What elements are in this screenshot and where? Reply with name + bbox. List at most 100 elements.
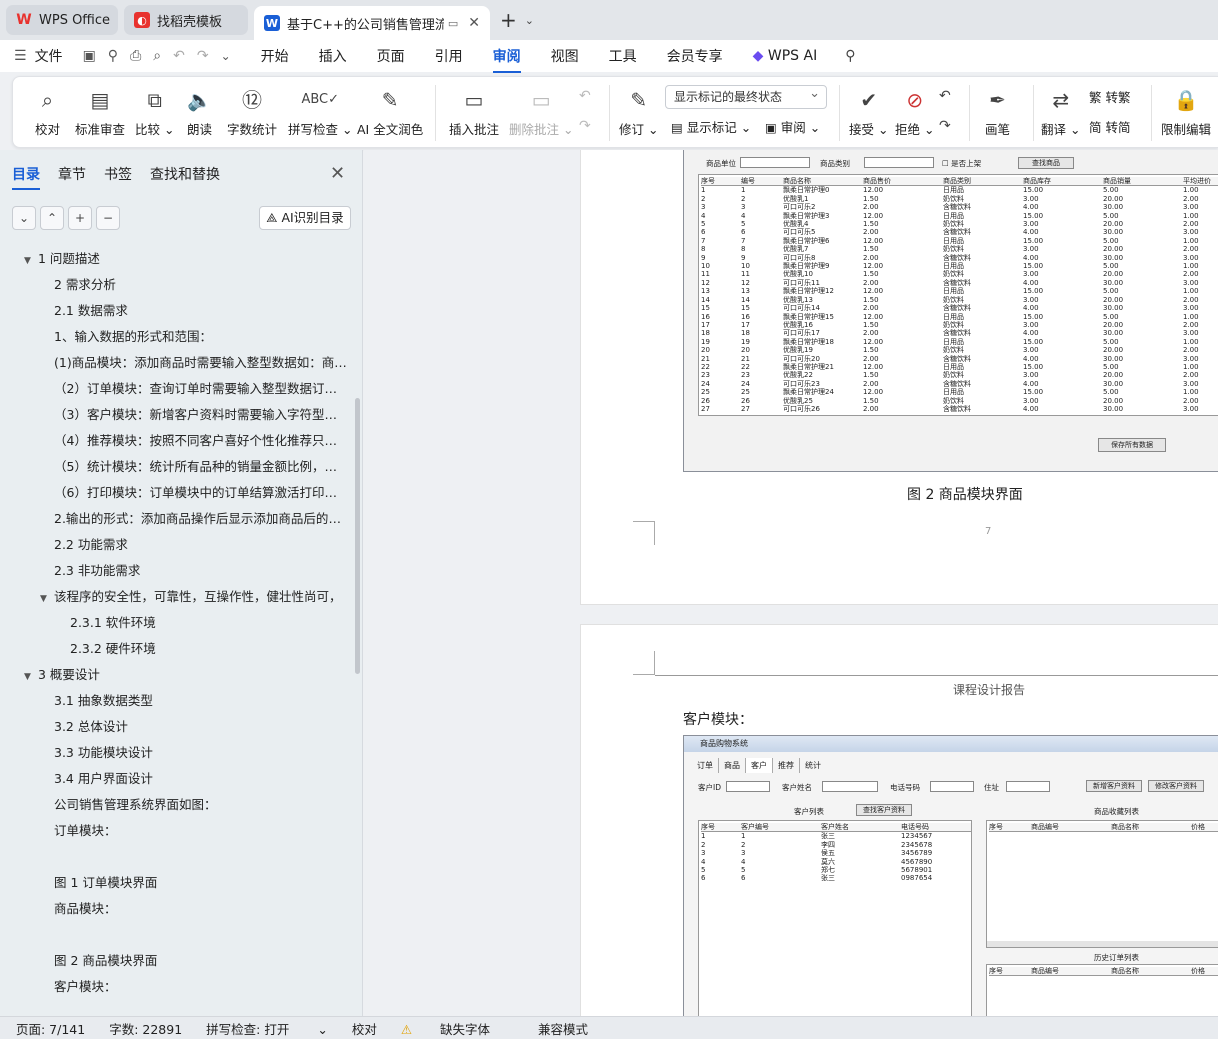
add-level-icon[interactable]: + <box>68 206 92 230</box>
read-aloud-button[interactable]: 🔈 朗读 <box>187 85 212 138</box>
markup-display-select[interactable]: 显示标记的最终状态 <box>665 83 827 109</box>
menu-reference[interactable]: 引用 <box>435 46 463 66</box>
menu-file[interactable]: 文件 <box>35 46 63 66</box>
page-indicator[interactable]: 页面: 7/141 <box>16 1019 85 1038</box>
delete-comment-button[interactable]: ▭ 删除批注 ⌄ <box>509 85 573 138</box>
review-toolbar: ⌕ 校对 ▤ 标准审查 ⧉ 比较 ⌄ 🔈 朗读 ⑫ 字数统计 ABC✓ 拼写检查 ⌄ ✎ AI… <box>12 76 1218 148</box>
proofread-indicator[interactable]: 校对 <box>352 1019 377 1038</box>
toc-item[interactable]: 商品模块： <box>0 896 355 922</box>
reject-button[interactable]: ⊘ 拒绝 ⌄ <box>895 85 934 138</box>
tab-toc[interactable]: 目录 <box>12 164 40 190</box>
tab-document[interactable]: W 基于C++的公司销售管理流程 ▭ ✕ <box>254 6 490 40</box>
toc-item[interactable]: 3.2 总体设计 <box>0 714 355 740</box>
tab-chapters[interactable]: 章节 <box>58 164 86 190</box>
chevron-down-icon[interactable]: ⌄ <box>525 14 534 27</box>
translate-button[interactable]: ⇄ 翻译 ⌄ <box>1041 85 1080 138</box>
toc-item[interactable]: 3.4 用户界面设计 <box>0 766 355 792</box>
toc-item[interactable]: 公司销售管理系统界面如图： <box>0 792 355 818</box>
standard-review-button[interactable]: ▤ 标准审查 <box>75 85 125 138</box>
toc-item[interactable]: 2.3.1 软件环境 <box>0 610 355 636</box>
tab-docer[interactable]: ◐ 找稻壳模板 <box>124 5 248 35</box>
expand-triangle-icon[interactable]: ▼ <box>24 664 38 688</box>
toc-item[interactable] <box>0 922 355 948</box>
to-traditional-button[interactable]: 繁 转繁 <box>1089 87 1131 106</box>
menu-tools[interactable]: 工具 <box>609 46 637 66</box>
toc-item[interactable]: （6）打印模块：订单模块中的订单结算激活打印功能 <box>0 480 355 506</box>
toc-item[interactable]: 2.3 非功能需求 <box>0 558 355 584</box>
expand-triangle-icon[interactable]: ▼ <box>40 586 54 610</box>
toc-item[interactable]: 1、输入数据的形式和范围： <box>0 324 355 350</box>
toc-item[interactable]: 图 2 商品模块界面 <box>0 948 355 974</box>
menu-page[interactable]: 页面 <box>377 46 405 66</box>
ai-recognize-toc-button[interactable]: ⟁ AI识别目录 <box>259 206 351 230</box>
toc-item[interactable]: 2.3.2 硬件环境 <box>0 636 355 662</box>
toc-item[interactable]: （2）订单模块：查询订单时需要输入整型数据订单编号等 <box>0 376 355 402</box>
missing-font-indicator[interactable]: ⚠ 缺失字体 <box>401 1019 514 1038</box>
toc-item[interactable]: ▼ 1 问题描述 <box>0 246 355 272</box>
next-revision-button[interactable]: ↷ <box>939 115 951 137</box>
compare-button[interactable]: ⧉ 比较 ⌄ <box>135 85 174 138</box>
close-tab-icon[interactable]: ✕ <box>468 15 480 31</box>
accept-button[interactable]: ✔ 接受 ⌄ <box>849 85 888 138</box>
insert-comment-button[interactable]: ▭ 插入批注 <box>449 85 499 138</box>
to-simplified-button[interactable]: 简 转简 <box>1089 117 1131 136</box>
prev-comment-button[interactable]: ↶ <box>579 85 591 107</box>
tab-wps-office[interactable]: W WPS Office <box>6 5 118 35</box>
toc-item[interactable]: 图 1 订单模块界面 <box>0 870 355 896</box>
show-markup-button[interactable]: ▤ 显示标记 ⌄ <box>671 117 751 136</box>
remove-level-icon[interactable]: − <box>96 206 120 230</box>
toc-item[interactable]: 订单模块： <box>0 818 355 844</box>
menu-member[interactable]: 会员专享 <box>667 46 723 66</box>
preview-icon[interactable]: ⌕ <box>153 48 161 64</box>
restrict-edit-button[interactable]: 🔒 限制编辑 <box>1161 85 1211 138</box>
undo-icon[interactable]: ↶ <box>173 48 185 64</box>
pen-button[interactable]: ✒ 画笔 <box>985 85 1010 138</box>
word-count-button[interactable]: ⑫ 字数统计 <box>227 85 277 138</box>
quick-access-chevron-icon[interactable]: ⌄ <box>221 49 231 63</box>
search-icon[interactable]: ⚲ <box>845 48 855 64</box>
toc-item[interactable]: (1)商品模块：添加商品时需要输入整型数据如：商品编号、商品名称等 <box>0 350 355 376</box>
toc-item[interactable]: 2.2 功能需求 <box>0 532 355 558</box>
menu-view[interactable]: 视图 <box>551 46 579 66</box>
menu-review[interactable]: 审阅 <box>492 46 521 73</box>
toc-item[interactable]: （5）统计模块：统计所有品种的销量金额比例，并生成图表 <box>0 454 355 480</box>
link-icon[interactable]: ⚲ <box>108 48 118 64</box>
spell-check-indicator[interactable]: 拼写检查: 打开 ⌄ <box>206 1019 328 1038</box>
toc-item[interactable]: ▼ 3 概要设计 <box>0 662 355 688</box>
redo-icon[interactable]: ↷ <box>197 48 209 64</box>
ai-polish-button[interactable]: ✎ AI 全文润色 <box>357 85 423 138</box>
word-count-indicator[interactable]: 字数: 22891 <box>109 1019 182 1038</box>
toc-item[interactable]: （4）推荐模块：按照不同客户喜好个性化推荐只需要选择客户 <box>0 428 355 454</box>
toc-item[interactable]: 2.1 数据需求 <box>0 298 355 324</box>
monitor-icon: ▭ <box>447 16 459 30</box>
new-tab-icon[interactable]: + <box>500 8 517 32</box>
review-pane-button[interactable]: ▣ 审阅 ⌄ <box>765 117 820 136</box>
wps-ai-button[interactable]: ◆ WPS AI <box>753 48 818 64</box>
table-row: 11 11 优酸乳10 1.50 奶饮料 3.00 20.00 2.00 <box>701 270 1199 279</box>
menu-start[interactable]: 开始 <box>261 46 289 66</box>
print-icon[interactable]: ⎙ <box>130 48 141 64</box>
toc-item[interactable] <box>0 844 355 870</box>
tab-bookmarks[interactable]: 书签 <box>104 164 132 190</box>
close-icon[interactable]: ✕ <box>330 163 345 184</box>
prev-revision-button[interactable]: ↶ <box>939 85 951 107</box>
proofread-button[interactable]: ⌕ 校对 <box>35 85 60 138</box>
toc-item[interactable]: 客户模块： <box>0 974 355 1000</box>
expand-triangle-icon[interactable]: ▼ <box>24 248 38 272</box>
spell-check-button[interactable]: ABC✓ 拼写检查 ⌄ <box>288 85 352 138</box>
toc-item[interactable]: 2 需求分析 <box>0 272 355 298</box>
toc-item[interactable]: 3.1 抽象数据类型 <box>0 688 355 714</box>
collapse-up-icon[interactable]: ⌃ <box>40 206 64 230</box>
toc-item[interactable]: （3）客户模块：新增客户资料时需要输入字符型数据等 <box>0 402 355 428</box>
toc-item[interactable]: ▼ 该程序的安全性，可靠性，互操作性，健壮性尚可， <box>0 584 355 610</box>
next-comment-button[interactable]: ↷ <box>579 115 591 137</box>
toc-item[interactable]: 3.3 功能模块设计 <box>0 740 355 766</box>
toc-item[interactable]: 2.输出的形式：添加商品操作后显示添加商品后的商品列表 <box>0 506 355 532</box>
hamburger-icon[interactable]: ☰ <box>14 48 27 64</box>
sidebar-scrollbar[interactable] <box>355 398 360 674</box>
expand-down-icon[interactable]: ⌄ <box>12 206 36 230</box>
menu-insert[interactable]: 插入 <box>319 46 347 66</box>
revise-button[interactable]: ✎ 修订 ⌄ <box>619 85 658 138</box>
save-icon[interactable]: ▣ <box>83 48 96 64</box>
tab-find-replace[interactable]: 查找和替换 <box>150 164 220 190</box>
